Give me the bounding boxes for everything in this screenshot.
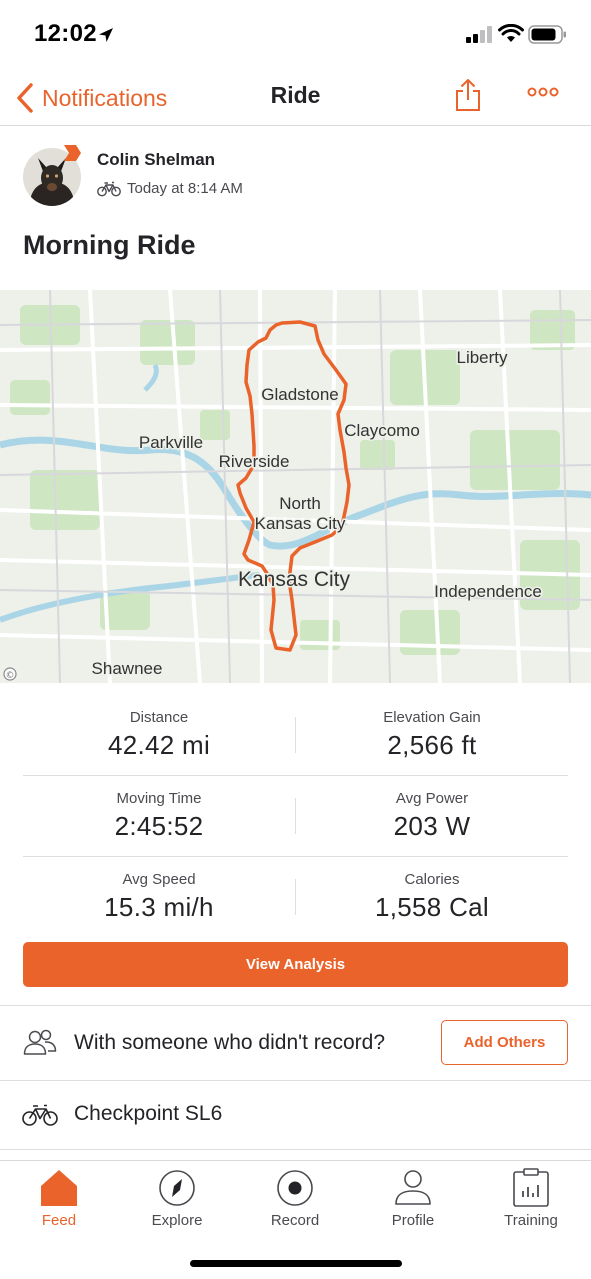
stat-value: 203 W: [393, 811, 471, 841]
activity-title: Morning Ride: [23, 230, 196, 260]
map-label-gladstone: Gladstone: [261, 385, 339, 404]
stat-row: Moving Time 2:45:52 Avg Power 203 W: [23, 776, 568, 857]
stat-avg-power: Avg Power 203 W: [296, 776, 568, 842]
stat-label: Calories: [404, 871, 460, 888]
record-icon: [277, 1170, 313, 1206]
map-label-independence: Independence: [434, 582, 542, 601]
stat-label: Avg Power: [395, 790, 469, 807]
stat-value: 2:45:52: [114, 811, 204, 841]
tab-label: Training: [504, 1212, 558, 1229]
tab-label: Feed: [41, 1212, 77, 1229]
page-title: Ride: [270, 82, 321, 108]
stat-row: Distance 42.42 mi Elevation Gain 2,566 f…: [23, 695, 568, 776]
map-label-shawnee: Shawnee: [92, 659, 163, 678]
bike-icon: [97, 181, 121, 196]
view-analysis-button[interactable]: View Analysis: [23, 942, 568, 987]
stat-value: 42.42 mi: [107, 730, 211, 760]
people-icon: [23, 1029, 57, 1055]
with-someone-prompt: With someone who didn't record?: [74, 1031, 386, 1054]
map-canvas: Liberty Gladstone Claycomo Parkville Riv…: [0, 290, 591, 683]
map-label-riverside: Riverside: [219, 452, 290, 471]
athlete-name[interactable]: Colin Shelman: [97, 150, 215, 170]
add-others-button[interactable]: Add Others: [441, 1020, 568, 1065]
tab-label: Record: [270, 1212, 320, 1229]
stats-grid: Distance 42.42 mi Elevation Gain 2,566 f…: [23, 695, 568, 938]
gear-name: Checkpoint SL6: [74, 1102, 223, 1125]
stat-value: 15.3 mi/h: [104, 892, 214, 922]
stat-elevation-gain: Elevation Gain 2,566 ft: [296, 695, 568, 761]
premium-badge-icon: [64, 145, 81, 161]
nav-bar: Notifications Ride: [0, 70, 591, 126]
divider: [0, 1149, 591, 1150]
stat-label: Avg Speed: [122, 871, 196, 888]
home-icon: [41, 1170, 77, 1206]
stat-label: Elevation Gain: [383, 709, 481, 726]
cellular-signal-icon: [466, 26, 492, 43]
bike-icon: [22, 1104, 58, 1126]
map-label-parkville: Parkville: [139, 433, 203, 452]
stat-label: Distance: [129, 709, 189, 726]
activity-timestamp: Today at 8:14 AM: [127, 180, 243, 197]
map-label-north: North: [279, 494, 321, 513]
map-label-liberty: Liberty: [456, 348, 508, 367]
wifi-icon: [498, 24, 524, 42]
compass-icon: [159, 1170, 195, 1206]
stat-avg-speed: Avg Speed 15.3 mi/h: [23, 857, 295, 923]
stat-distance: Distance 42.42 mi: [23, 695, 295, 761]
stat-label: Moving Time: [116, 790, 202, 807]
stat-value: 2,566 ft: [387, 730, 477, 760]
stat-calories: Calories 1,558 Cal: [296, 857, 568, 923]
stat-row: Avg Speed 15.3 mi/h Calories 1,558 Cal: [23, 857, 568, 938]
route-map[interactable]: Liberty Gladstone Claycomo Parkville Riv…: [0, 290, 591, 683]
activity-meta: Today at 8:14 AM: [97, 180, 243, 197]
map-label-north-kansas-city: Kansas City: [255, 514, 346, 533]
tab-label: Explore: [151, 1212, 203, 1229]
profile-icon: [395, 1170, 431, 1205]
training-icon: [513, 1168, 549, 1207]
status-bar: 12:02: [0, 0, 591, 70]
share-icon[interactable]: [453, 76, 483, 114]
map-label-kansas-city: Kansas City: [238, 568, 351, 591]
stat-moving-time: Moving Time 2:45:52: [23, 776, 295, 842]
more-options-icon[interactable]: [526, 86, 560, 98]
tab-label: Profile: [391, 1212, 435, 1229]
location-arrow-icon: [99, 28, 113, 42]
map-label-claycomo: Claycomo: [344, 421, 420, 440]
stat-value: 1,558 Cal: [375, 892, 489, 922]
status-time: 12:02: [34, 20, 97, 47]
home-indicator: [190, 1260, 402, 1267]
gear-row[interactable]: Checkpoint SL6: [0, 1081, 591, 1149]
svg-text:©: ©: [6, 671, 15, 681]
with-others-row: With someone who didn't record? Add Othe…: [0, 1006, 591, 1080]
battery-icon: [528, 25, 566, 44]
